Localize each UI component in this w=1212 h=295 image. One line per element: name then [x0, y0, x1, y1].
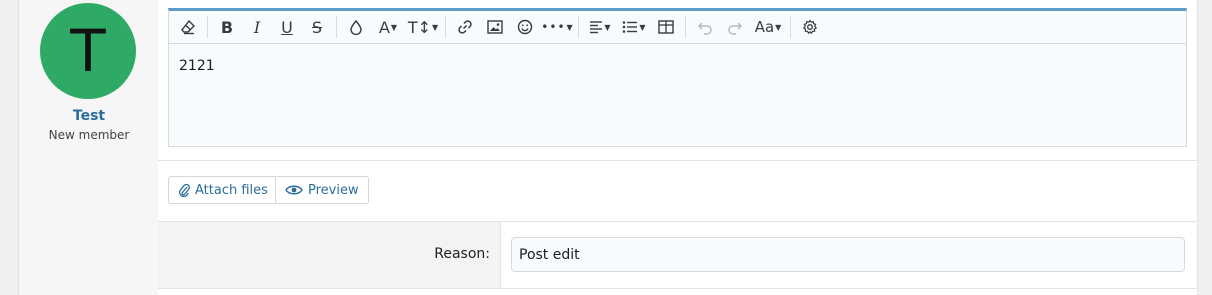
undo-button[interactable]	[690, 13, 720, 41]
underline-icon: U	[281, 17, 293, 37]
link-icon	[458, 20, 472, 34]
redo-icon	[728, 22, 742, 35]
reason-label: Reason:	[434, 246, 490, 262]
editor-toolbar: B I U S A ▼ T↕ ▼ ••• ▼ ▼ ▼ Aa ▼	[169, 11, 1186, 44]
image-icon	[487, 20, 503, 34]
toolbar-separator	[445, 16, 446, 38]
insert-link-button[interactable]	[450, 13, 480, 41]
gear-icon	[802, 19, 818, 35]
strikethrough-button[interactable]: S	[302, 13, 332, 41]
preview-label: Preview	[308, 182, 359, 198]
bold-icon: B	[220, 17, 234, 37]
preview-button[interactable]: Preview	[275, 176, 369, 204]
italic-icon: I	[253, 17, 261, 37]
chevron-down-icon: ▼	[432, 22, 439, 32]
bold-button[interactable]: B	[212, 13, 242, 41]
reason-row: Reason:	[158, 221, 1197, 289]
reason-input[interactable]	[511, 237, 1185, 272]
redo-button[interactable]	[720, 13, 750, 41]
toolbar-separator	[685, 16, 686, 38]
list-icon	[623, 21, 638, 33]
page: T Test New member B I U S A ▼ T↕ ▼ ••• ▼…	[0, 0, 1212, 295]
insert-table-button[interactable]	[651, 13, 681, 41]
paperclip-icon	[178, 182, 190, 198]
username[interactable]: Test	[19, 108, 159, 124]
attach-files-button[interactable]: Attach files	[168, 176, 278, 204]
user-sidebar: T Test New member	[18, 0, 169, 295]
remove-formatting-button[interactable]	[173, 13, 203, 41]
divider	[158, 160, 1197, 161]
user-title: New member	[48, 128, 130, 142]
text-style-icon: Aa	[754, 18, 775, 36]
more-options-button[interactable]: ••• ▼	[540, 13, 574, 41]
chevron-down-icon: ▼	[390, 22, 398, 32]
toolbar-separator	[578, 16, 579, 38]
rich-text-editor: B I U S A ▼ T↕ ▼ ••• ▼ ▼ ▼ Aa ▼ 2121	[168, 8, 1187, 147]
text-color-button[interactable]	[341, 13, 371, 41]
insert-image-button[interactable]	[480, 13, 510, 41]
editor-settings-button[interactable]	[795, 13, 825, 41]
reason-label-cell: Reason:	[158, 222, 501, 288]
font-family-icon: A	[378, 17, 390, 37]
align-button[interactable]: ▼	[583, 13, 617, 41]
toolbar-separator	[336, 16, 337, 38]
table-icon	[658, 20, 674, 34]
font-size-icon: T↕	[407, 17, 432, 37]
font-family-button[interactable]: A ▼	[371, 13, 405, 41]
chevron-down-icon: ▼	[566, 22, 573, 32]
editor-content[interactable]: 2121	[169, 44, 1186, 88]
more-options-icon: •••	[541, 20, 566, 34]
avatar-letter: T	[70, 17, 106, 85]
avatar[interactable]: T	[40, 3, 136, 99]
toolbar-separator	[790, 16, 791, 38]
font-size-button[interactable]: T↕ ▼	[405, 13, 441, 41]
text-color-icon	[350, 19, 362, 35]
align-left-icon	[590, 21, 603, 34]
strikethrough-icon: S	[311, 17, 323, 37]
italic-button[interactable]: I	[242, 13, 272, 41]
toolbar-separator	[207, 16, 208, 38]
eye-icon	[285, 184, 303, 196]
chevron-down-icon: ▼	[604, 22, 611, 32]
emoji-button[interactable]	[510, 13, 540, 41]
list-button[interactable]: ▼	[617, 13, 651, 41]
attach-files-label: Attach files	[195, 182, 268, 198]
emoji-icon	[517, 19, 533, 35]
message-main: B I U S A ▼ T↕ ▼ ••• ▼ ▼ ▼ Aa ▼ 2121 Att…	[158, 0, 1198, 295]
chevron-down-icon: ▼	[775, 22, 782, 32]
undo-icon	[698, 22, 712, 35]
remove-formatting-icon	[181, 19, 195, 35]
text-style-button[interactable]: Aa ▼	[750, 13, 786, 41]
underline-button[interactable]: U	[272, 13, 302, 41]
chevron-down-icon: ▼	[639, 22, 646, 32]
